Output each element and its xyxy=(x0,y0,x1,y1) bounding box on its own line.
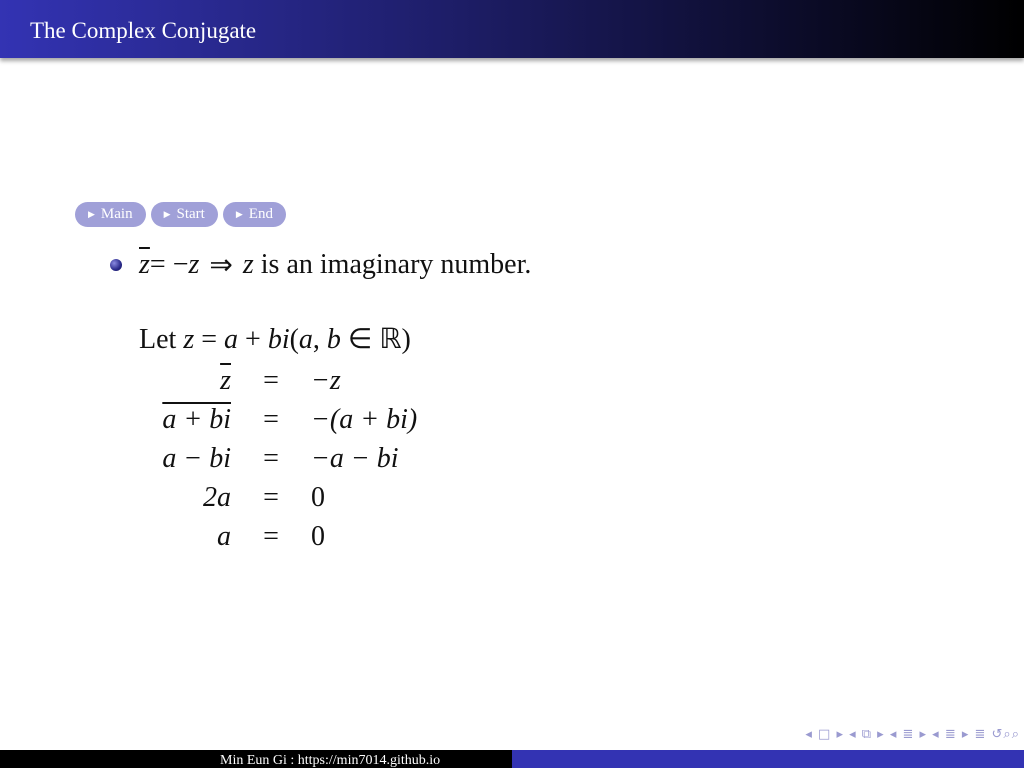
z-symbol-2: z xyxy=(242,249,254,280)
bullet-icon xyxy=(110,259,122,271)
let-paren: ( xyxy=(289,324,299,355)
end-button-label: End xyxy=(248,206,273,222)
equals-minus: = − xyxy=(149,249,189,280)
end-button[interactable]: ▶ End xyxy=(222,202,286,227)
footer-author-bar: Min Eun Gi : https://min7014.github.io xyxy=(0,750,512,768)
eq-rhs: −(a + bi) xyxy=(311,404,418,435)
let-statement: Let z = a + bi(a, b ∈ ℝ) xyxy=(139,322,411,356)
let-comma: , xyxy=(312,324,327,355)
beamer-navigation-icons[interactable]: ◂ □ ▸ ◂ ⧉ ▸ ◂ ≣ ▸ ◂ ≣ ▸ ≣ ↺⌕⌕ xyxy=(805,727,1020,742)
nav-buttons: ▶ Main ▶ Start ▶ End xyxy=(75,202,286,227)
let-plus: + xyxy=(238,324,268,355)
main-button-label: Main xyxy=(100,206,133,222)
play-icon: ▶ xyxy=(163,209,171,219)
equation-row: 2a = 0 xyxy=(139,478,417,517)
bullet-statement: z = − z ⇒ z is an imaginary number. xyxy=(110,248,531,282)
slide-header: The Complex Conjugate xyxy=(0,0,1024,58)
eq-sign: = xyxy=(263,404,279,435)
eq-lhs: z xyxy=(220,365,231,396)
let-prefix: Let xyxy=(139,324,184,355)
eq-lhs: a − bi xyxy=(162,443,231,474)
main-button[interactable]: ▶ Main xyxy=(75,202,146,227)
start-button-label: Start xyxy=(176,206,205,222)
z-symbol: z xyxy=(188,249,200,280)
footer-right-bar xyxy=(512,750,1024,768)
eq-rhs: −a − bi xyxy=(311,443,399,474)
eq-rhs: −z xyxy=(311,365,341,396)
implies-symbol: ⇒ xyxy=(209,250,233,281)
eq-lhs: 2a xyxy=(203,482,231,513)
eq-sign: = xyxy=(263,365,279,396)
play-icon: ▶ xyxy=(88,209,95,219)
play-icon: ▶ xyxy=(235,209,243,219)
eq-lhs: a xyxy=(217,521,231,552)
eq-sign: = xyxy=(263,521,279,552)
equation-row: a + bi = −(a + bi) xyxy=(139,400,417,439)
z-conjugate: z xyxy=(139,249,150,280)
let-in-reals: ∈ ℝ) xyxy=(340,324,411,355)
let-bi: bi xyxy=(267,324,290,355)
eq-rhs: 0 xyxy=(311,482,325,513)
let-eq: = xyxy=(194,324,225,355)
footer-author: Min Eun Gi : https://min7014.github.io xyxy=(220,753,441,768)
let-b: b xyxy=(326,324,341,355)
let-a: a xyxy=(224,324,239,355)
equation-array: z = −z a + bi = −(a + bi) a − bi = −a − … xyxy=(139,361,417,556)
start-button[interactable]: ▶ Start xyxy=(150,202,218,227)
eq-sign: = xyxy=(263,482,279,513)
eq-lhs: a + bi xyxy=(162,404,231,435)
equation-row: a = 0 xyxy=(139,517,417,556)
equation-row: z = −z xyxy=(139,361,417,400)
eq-sign: = xyxy=(263,443,279,474)
let-a2: a xyxy=(298,324,313,355)
bullet-rest: is an imaginary number. xyxy=(253,249,532,280)
let-z: z xyxy=(183,324,195,355)
equation-row: a − bi = −a − bi xyxy=(139,439,417,478)
slide-title: The Complex Conjugate xyxy=(30,18,257,43)
eq-rhs: 0 xyxy=(311,521,325,552)
